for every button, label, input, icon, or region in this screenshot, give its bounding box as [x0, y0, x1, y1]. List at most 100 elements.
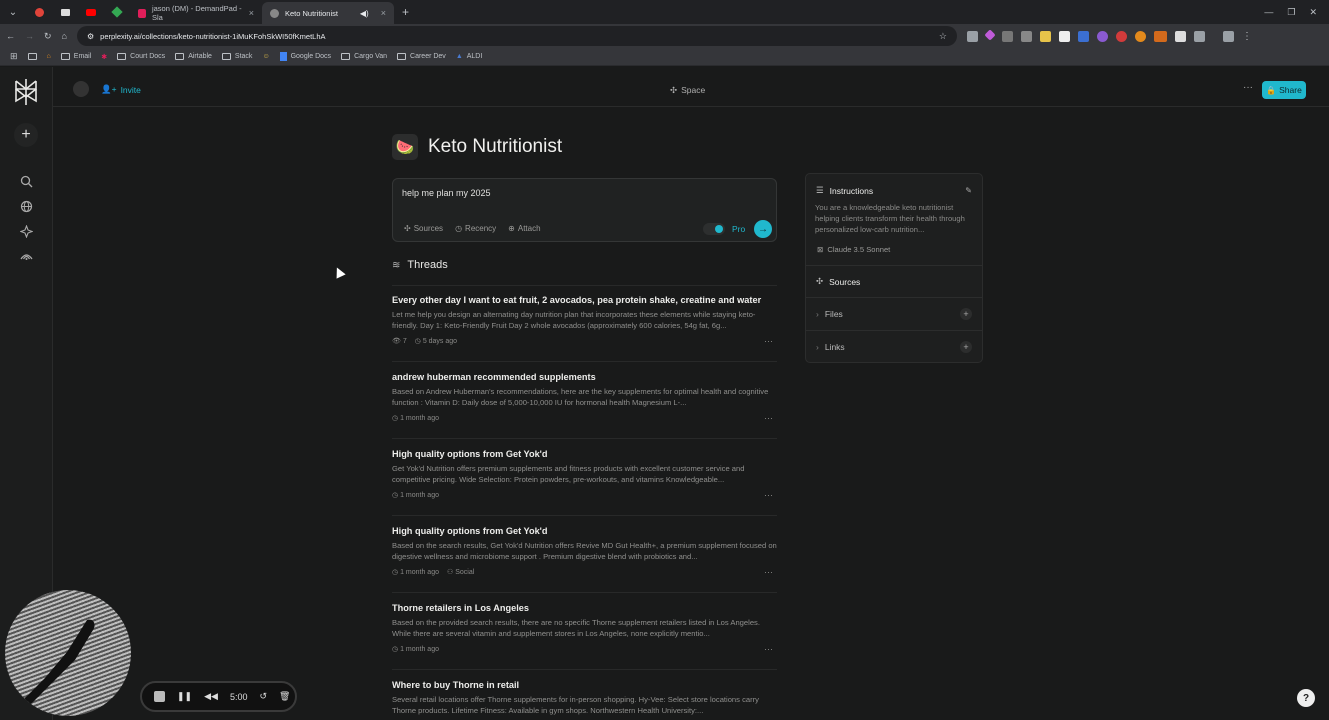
bookmark-court-docs[interactable]: Court Docs: [117, 53, 165, 60]
extension-icon[interactable]: [1077, 30, 1089, 42]
thread-item[interactable]: Every other day I want to eat fruit, 2 a…: [392, 285, 777, 346]
site-info-icon[interactable]: ⚙: [87, 32, 94, 41]
divider: [392, 438, 777, 439]
stop-recording-button[interactable]: [154, 691, 165, 702]
thread-more-button[interactable]: ···: [764, 413, 773, 423]
ask-box[interactable]: help me plan my 2025 ✣ Sources ◷ Recency ⊕…: [392, 178, 777, 242]
collection-emoji[interactable]: 🍉: [392, 134, 418, 160]
thread-more-button[interactable]: ···: [764, 336, 773, 346]
thread-title[interactable]: Where to buy Thorne in retail: [392, 679, 777, 691]
apps-grid-icon[interactable]: ⊞: [10, 51, 18, 62]
bookmark-email[interactable]: Email: [60, 53, 91, 60]
globe-icon[interactable]: [16, 196, 36, 216]
back-icon[interactable]: ←: [6, 31, 15, 41]
restart-icon[interactable]: ↺: [259, 691, 267, 702]
pinned-tab-2[interactable]: [52, 0, 78, 24]
bookmark-star-icon[interactable]: ☆: [939, 31, 947, 42]
reload-icon[interactable]: ↻: [44, 31, 52, 42]
minimize-icon[interactable]: —: [1264, 7, 1273, 18]
spaces-icon[interactable]: [16, 221, 36, 241]
url-field[interactable]: ⚙ perplexity.ai/collections/keto-nutriti…: [76, 26, 957, 46]
attach-label: Attach: [517, 224, 541, 233]
library-icon[interactable]: [16, 246, 36, 266]
bookmark-google-docs[interactable]: Google Docs: [279, 52, 331, 61]
thread-item[interactable]: High quality options from Get Yok'd Get …: [392, 438, 777, 500]
trash-icon[interactable]: 🗑: [279, 691, 290, 702]
invite-button[interactable]: 👤+ Invite: [101, 84, 141, 95]
help-button[interactable]: ?: [1297, 689, 1315, 707]
ask-input[interactable]: help me plan my 2025: [402, 188, 491, 198]
attach-button[interactable]: ⊕ Attach: [508, 224, 540, 233]
extension-icon[interactable]: [1115, 30, 1127, 42]
new-thread-button[interactable]: +: [14, 123, 38, 147]
links-row[interactable]: › Links: [816, 342, 845, 352]
thread-item[interactable]: Thorne retailers in Los Angeles Based on…: [392, 592, 777, 654]
bookmark-airtable[interactable]: Airtable: [175, 53, 212, 60]
bookmark-folder[interactable]: [27, 53, 37, 60]
pinned-tab-4[interactable]: [104, 0, 130, 24]
folder-icon: [221, 53, 231, 60]
pinned-tab-1[interactable]: [26, 0, 52, 24]
social-icon: ⚇: [446, 569, 454, 576]
extension-icon[interactable]: [1174, 30, 1186, 42]
extension-icon[interactable]: [966, 30, 978, 42]
tab-keto-nutritionist[interactable]: Keto Nutritionist ◀) ×: [262, 2, 394, 24]
thread-title[interactable]: Every other day I want to eat fruit, 2 a…: [392, 294, 777, 306]
thread-more-button[interactable]: ···: [764, 567, 773, 577]
close-tab-icon[interactable]: ×: [381, 8, 386, 18]
files-row[interactable]: › Files: [816, 309, 843, 319]
extension-icon[interactable]: [1001, 30, 1013, 42]
thread-title[interactable]: andrew huberman recommended supplements: [392, 371, 777, 383]
new-tab-button[interactable]: +: [394, 5, 417, 19]
thread-item[interactable]: High quality options from Get Yok'd Base…: [392, 515, 777, 577]
thread-more-button[interactable]: ···: [764, 490, 773, 500]
extension-icon[interactable]: [1058, 30, 1070, 42]
thread-item[interactable]: andrew huberman recommended supplements …: [392, 361, 777, 423]
sidepanel-icon[interactable]: [1222, 30, 1234, 42]
pro-toggle[interactable]: [703, 223, 725, 235]
extension-icon[interactable]: [1096, 30, 1108, 42]
extensions-puzzle-icon[interactable]: [1193, 30, 1205, 42]
instructions-text[interactable]: You are a knowledgeable keto nutritionis…: [815, 202, 975, 236]
speaker-icon[interactable]: ◀): [360, 9, 369, 18]
pause-icon[interactable]: ❚❚: [177, 691, 192, 702]
thread-more-button[interactable]: ···: [764, 644, 773, 654]
extension-icon[interactable]: [1134, 30, 1146, 42]
pinned-tab-youtube[interactable]: [78, 0, 104, 24]
bookmark-aldi[interactable]: ▲ ALDI: [456, 53, 483, 60]
edit-icon[interactable]: ✎: [965, 186, 972, 195]
perplexity-logo-icon[interactable]: [12, 77, 40, 107]
extension-icon[interactable]: [1020, 30, 1032, 42]
bookmark-cargo-van[interactable]: Cargo Van: [341, 53, 387, 60]
bookmark-career-dev[interactable]: Career Dev: [397, 53, 446, 60]
add-file-button[interactable]: +: [960, 308, 972, 320]
rewind-icon[interactable]: ◀◀: [204, 691, 218, 702]
bookmark-smiley[interactable]: ☺: [262, 53, 269, 60]
forward-icon[interactable]: →: [25, 31, 34, 41]
extension-icon[interactable]: [984, 28, 996, 41]
extension-icon[interactable]: [1039, 30, 1051, 42]
bookmark-slack[interactable]: ✱: [101, 53, 107, 61]
search-icon[interactable]: [16, 171, 36, 191]
sources-button[interactable]: ✣ Sources: [404, 224, 443, 233]
thread-item[interactable]: Where to buy Thorne in retail Several re…: [392, 669, 777, 717]
submit-arrow-button[interactable]: →: [754, 220, 772, 238]
restore-icon[interactable]: ❐: [1287, 7, 1295, 18]
home-icon[interactable]: ⌂: [62, 31, 67, 41]
close-tab-icon[interactable]: ×: [249, 8, 254, 18]
menu-kebab-icon[interactable]: ⋮: [1242, 31, 1253, 42]
bookmark-home[interactable]: ⌂: [47, 53, 51, 60]
thread-title[interactable]: High quality options from Get Yok'd: [392, 448, 777, 460]
bookmark-stack[interactable]: Stack: [221, 53, 252, 60]
add-link-button[interactable]: +: [960, 341, 972, 353]
close-window-icon[interactable]: ✕: [1309, 7, 1317, 18]
share-button[interactable]: 🔒 Share: [1262, 81, 1306, 99]
tab-slack[interactable]: jason (DM) - DemandPad - Sla ×: [130, 2, 262, 24]
thread-title[interactable]: High quality options from Get Yok'd: [392, 525, 777, 537]
avatar[interactable]: [73, 81, 89, 97]
tab-search-icon[interactable]: ⌄: [0, 0, 26, 24]
thread-title[interactable]: Thorne retailers in Los Angeles: [392, 602, 777, 614]
extension-icon[interactable]: [1153, 30, 1167, 42]
more-options-button[interactable]: ···: [1243, 82, 1253, 93]
recency-button[interactable]: ◷ Recency: [455, 224, 496, 233]
